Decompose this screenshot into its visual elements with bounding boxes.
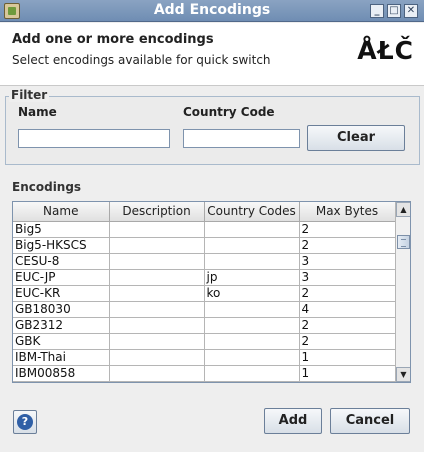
table-row[interactable]: GB2312 2 — [13, 317, 396, 334]
scroll-up-icon[interactable]: ▲ — [396, 202, 410, 217]
cancel-button[interactable]: Cancel — [330, 408, 410, 434]
cell-max-bytes: 2 — [299, 285, 396, 302]
cell-max-bytes: 1 — [299, 365, 396, 382]
table-scrollbar[interactable]: ▲ ▼ — [395, 202, 410, 382]
cell-country-codes — [204, 333, 300, 350]
cell-description — [109, 365, 205, 382]
encodings-table[interactable]: Name Description Country Codes Max Bytes… — [12, 201, 411, 383]
cell-name: GBK — [13, 333, 110, 350]
cell-max-bytes: 1 — [299, 349, 396, 366]
cell-name: CESU-8 — [13, 253, 110, 270]
encodings-logo-icon: ÅŁČ — [357, 36, 414, 65]
cell-description — [109, 333, 205, 350]
cell-name: Big5 — [13, 221, 110, 238]
column-header-name[interactable]: Name — [13, 202, 110, 222]
column-header-max-bytes[interactable]: Max Bytes — [299, 202, 396, 222]
title-bar: Add Encodings _ □ ✕ — [0, 0, 424, 22]
table-header-row: Name Description Country Codes Max Bytes — [13, 202, 396, 222]
window-title: Add Encodings — [153, 2, 271, 18]
cell-country-codes — [204, 253, 300, 270]
table-row[interactable]: CESU-8 3 — [13, 253, 396, 270]
cell-country-codes — [204, 365, 300, 382]
name-label: Name — [18, 105, 57, 119]
table-row[interactable]: Big5 2 — [13, 221, 396, 238]
country-code-label: Country Code — [183, 105, 275, 119]
cell-description — [109, 221, 205, 238]
cell-country-codes — [204, 221, 300, 238]
table-row[interactable]: EUC-KR ko 2 — [13, 285, 396, 302]
help-icon: ? — [17, 414, 33, 430]
cell-max-bytes: 2 — [299, 237, 396, 254]
cell-name: Big5-HKSCS — [13, 237, 110, 254]
cell-max-bytes: 2 — [299, 221, 396, 238]
table-row[interactable]: IBM00858 1 — [13, 365, 396, 382]
header-subtitle: Select encodings available for quick swi… — [12, 53, 271, 67]
scrollbar-thumb[interactable] — [397, 235, 410, 249]
cell-name: IBM-Thai — [13, 349, 110, 366]
cell-country-codes — [204, 349, 300, 366]
cell-max-bytes: 2 — [299, 333, 396, 350]
cell-country-codes: ko — [204, 285, 300, 302]
cell-country-codes: jp — [204, 269, 300, 286]
encodings-label: Encodings — [12, 180, 82, 194]
cell-name: GB18030 — [13, 301, 110, 318]
help-button[interactable]: ? — [13, 410, 37, 434]
country-code-filter-input[interactable] — [183, 129, 300, 148]
cell-max-bytes: 2 — [299, 317, 396, 334]
add-button[interactable]: Add — [264, 408, 322, 434]
clear-button[interactable]: Clear — [307, 125, 405, 151]
cell-country-codes — [204, 237, 300, 254]
cell-description — [109, 317, 205, 334]
cell-name: EUC-KR — [13, 285, 110, 302]
cell-name: GB2312 — [13, 317, 110, 334]
name-filter-input[interactable] — [18, 129, 170, 148]
column-header-description[interactable]: Description — [109, 202, 205, 222]
cell-description — [109, 237, 205, 254]
column-header-country-codes[interactable]: Country Codes — [204, 202, 300, 222]
cell-country-codes — [204, 317, 300, 334]
minimize-icon[interactable]: _ — [370, 4, 384, 18]
maximize-icon[interactable]: □ — [387, 4, 401, 18]
cell-description — [109, 349, 205, 366]
cell-max-bytes: 4 — [299, 301, 396, 318]
filter-legend: Filter — [9, 88, 50, 102]
dialog-header: Add one or more encodings Select encodin… — [0, 23, 424, 86]
cell-description — [109, 269, 205, 286]
cell-max-bytes: 3 — [299, 269, 396, 286]
cell-description — [109, 253, 205, 270]
cell-description — [109, 285, 205, 302]
cell-country-codes — [204, 301, 300, 318]
scroll-down-icon[interactable]: ▼ — [396, 367, 410, 382]
header-title: Add one or more encodings — [12, 32, 214, 47]
table-row[interactable]: Big5-HKSCS 2 — [13, 237, 396, 254]
cell-name: IBM00858 — [13, 365, 110, 382]
table-row[interactable]: GBK 2 — [13, 333, 396, 350]
table-row[interactable]: EUC-JP jp 3 — [13, 269, 396, 286]
cell-description — [109, 301, 205, 318]
cell-name: EUC-JP — [13, 269, 110, 286]
cell-max-bytes: 3 — [299, 253, 396, 270]
close-icon[interactable]: ✕ — [404, 4, 418, 18]
table-row[interactable]: IBM-Thai 1 — [13, 349, 396, 366]
table-row[interactable]: GB18030 4 — [13, 301, 396, 318]
